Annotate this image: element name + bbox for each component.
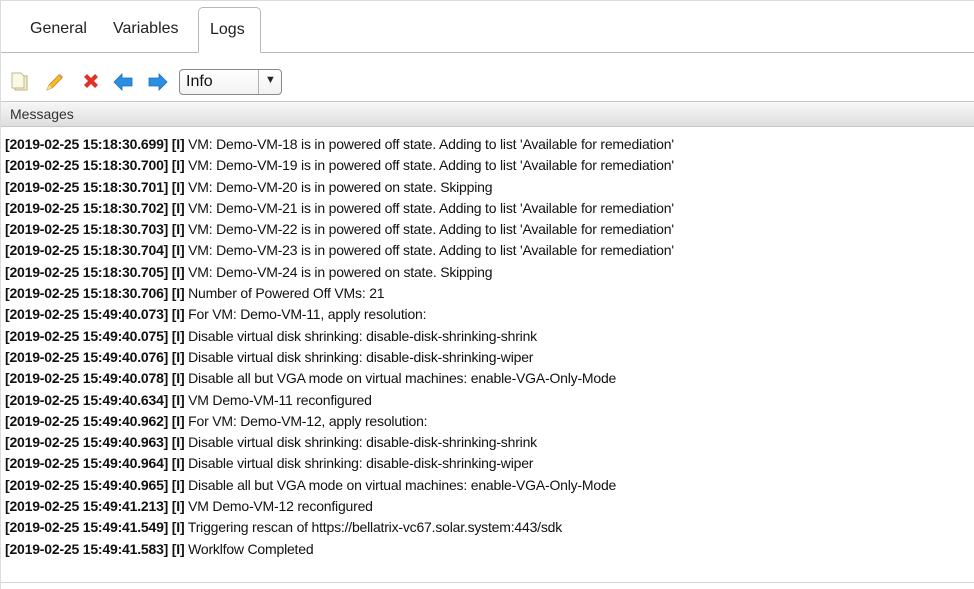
log-row[interactable]: [2019-02-25 15:49:40.964] [I] Disable vi… (1, 453, 974, 474)
log-message: Triggering rescan of https://bellatrix-v… (187, 519, 563, 536)
tab-variables[interactable]: Variables (113, 20, 179, 38)
log-message: Disable all but VGA mode on virtual mach… (188, 476, 617, 493)
log-level-select[interactable]: Info ▼ (179, 69, 282, 95)
select-divider (258, 70, 259, 94)
log-row[interactable]: [2019-02-25 15:18:30.704] [I] VM: Demo-V… (1, 240, 974, 261)
messages-grid: Messages [2019-02-25 15:18:30.699] [I] V… (1, 101, 974, 583)
log-timestamp-level: [2019-02-25 15:49:41.549] [I] (5, 519, 185, 536)
log-row[interactable]: [2019-02-25 15:18:30.701] [I] VM: Demo-V… (1, 177, 974, 198)
tab-general[interactable]: General (30, 20, 87, 38)
log-message: Disable virtual disk shrinking: disable-… (188, 434, 537, 451)
log-message: VM: Demo-VM-21 is in powered off state. … (188, 199, 674, 216)
log-timestamp-level: [2019-02-25 15:49:40.634] [I] (5, 391, 185, 408)
log-level-value: Info (186, 73, 213, 90)
log-message: Disable virtual disk shrinking: disable-… (188, 327, 537, 344)
delete-x-icon[interactable] (80, 71, 102, 93)
log-message: Number of Powered Off VMs: 21 (188, 285, 385, 302)
log-timestamp-level: [2019-02-25 15:18:30.705] [I] (5, 263, 185, 280)
log-timestamp-level: [2019-02-25 15:49:41.213] [I] (5, 498, 185, 515)
log-message: VM: Demo-VM-24 is in powered on state. S… (188, 263, 493, 280)
log-message: VM: Demo-VM-20 is in powered on state. S… (188, 178, 493, 195)
tab-bar: General Variables Logs (1, 1, 974, 53)
log-row[interactable]: [2019-02-25 15:18:30.705] [I] VM: Demo-V… (1, 262, 974, 283)
log-row[interactable]: [2019-02-25 15:18:30.702] [I] VM: Demo-V… (1, 198, 974, 219)
log-message: VM: Demo-VM-18 is in powered off state. … (188, 136, 674, 152)
copy-icon[interactable] (9, 71, 31, 93)
log-row[interactable]: [2019-02-25 15:49:41.583] [I] Worklfow C… (1, 539, 974, 560)
log-timestamp-level: [2019-02-25 15:18:30.702] [I] (5, 199, 185, 216)
log-row[interactable]: [2019-02-25 15:49:41.549] [I] Triggering… (1, 517, 974, 538)
log-row[interactable]: [2019-02-25 15:18:30.703] [I] VM: Demo-V… (1, 219, 974, 240)
log-timestamp-level: [2019-02-25 15:49:41.583] [I] (5, 540, 185, 557)
log-message: Disable virtual disk shrinking: disable-… (188, 455, 534, 472)
log-timestamp-level: [2019-02-25 15:49:40.962] [I] (5, 412, 185, 429)
log-timestamp-level: [2019-02-25 15:49:40.078] [I] (5, 370, 185, 387)
log-row[interactable]: [2019-02-25 15:49:40.076] [I] Disable vi… (1, 347, 974, 368)
log-message: VM Demo-VM-11 reconfigured (188, 391, 372, 408)
log-message: Disable virtual disk shrinking: disable-… (188, 348, 534, 365)
toolbar: Info ▼ (1, 67, 974, 101)
back-arrow-icon[interactable] (112, 71, 134, 93)
log-row[interactable]: [2019-02-25 15:49:40.962] [I] For VM: De… (1, 411, 974, 432)
log-timestamp-level: [2019-02-25 15:18:30.706] [I] (5, 285, 185, 302)
log-message: VM: Demo-VM-22 is in powered off state. … (188, 221, 674, 238)
log-row[interactable]: [2019-02-25 15:49:40.634] [I] VM Demo-VM… (1, 390, 974, 411)
log-row[interactable]: [2019-02-25 15:49:40.078] [I] Disable al… (1, 368, 974, 389)
log-timestamp-level: [2019-02-25 15:49:40.964] [I] (5, 455, 185, 472)
log-timestamp-level: [2019-02-25 15:49:40.075] [I] (5, 327, 185, 344)
log-message: Disable all but VGA mode on virtual mach… (188, 370, 617, 387)
tab-logs[interactable]: Logs (198, 7, 261, 53)
log-message: VM: Demo-VM-23 is in powered off state. … (188, 242, 674, 259)
log-row[interactable]: [2019-02-25 15:49:40.965] [I] Disable al… (1, 475, 974, 496)
log-row[interactable]: [2019-02-25 15:49:40.963] [I] Disable vi… (1, 432, 974, 453)
log-message: VM Demo-VM-12 reconfigured (188, 498, 373, 515)
chevron-down-icon: ▼ (265, 74, 276, 86)
log-timestamp-level: [2019-02-25 15:49:40.965] [I] (5, 476, 185, 493)
log-timestamp-level: [2019-02-25 15:49:40.963] [I] (5, 434, 185, 451)
log-rows: [2019-02-25 15:18:30.699] [I] VM: Demo-V… (1, 127, 974, 560)
log-row[interactable]: [2019-02-25 15:49:40.075] [I] Disable vi… (1, 326, 974, 347)
log-timestamp-level: [2019-02-25 15:18:30.704] [I] (5, 242, 185, 259)
log-row[interactable]: [2019-02-25 15:18:30.699] [I] VM: Demo-V… (1, 134, 974, 155)
log-timestamp-level: [2019-02-25 15:18:30.701] [I] (5, 178, 185, 195)
log-timestamp-level: [2019-02-25 15:18:30.703] [I] (5, 221, 185, 238)
log-row[interactable]: [2019-02-25 15:49:41.213] [I] VM Demo-VM… (1, 496, 974, 517)
log-row[interactable]: [2019-02-25 15:18:30.706] [I] Number of … (1, 283, 974, 304)
log-row[interactable]: [2019-02-25 15:49:40.073] [I] For VM: De… (1, 304, 974, 325)
log-panel: General Variables Logs Info ▼ Messages [… (0, 0, 974, 589)
log-timestamp-level: [2019-02-25 15:18:30.699] [I] (5, 136, 185, 152)
log-timestamp-level: [2019-02-25 15:18:30.700] [I] (5, 157, 185, 174)
log-message: For VM: Demo-VM-12, apply resolution: (188, 412, 428, 429)
log-timestamp-level: [2019-02-25 15:49:40.073] [I] (5, 306, 185, 323)
log-message: For VM: Demo-VM-11, apply resolution: (188, 306, 427, 323)
log-message: VM: Demo-VM-19 is in powered off state. … (188, 157, 674, 174)
log-row[interactable]: [2019-02-25 15:18:30.700] [I] VM: Demo-V… (1, 155, 974, 176)
log-timestamp-level: [2019-02-25 15:49:40.076] [I] (5, 348, 185, 365)
forward-arrow-icon[interactable] (147, 71, 169, 93)
log-message: Worklfow Completed (188, 540, 314, 557)
edit-pencil-icon[interactable] (43, 71, 65, 93)
column-header-messages[interactable]: Messages (1, 102, 974, 127)
